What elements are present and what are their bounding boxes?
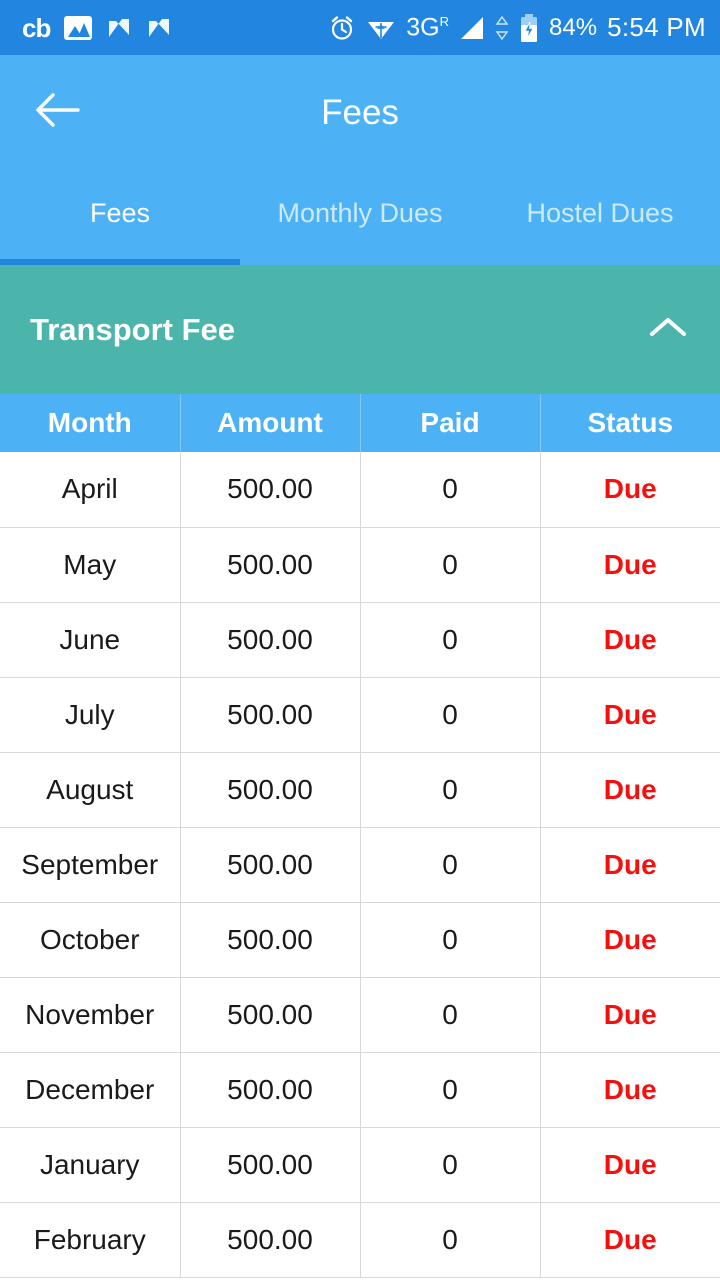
alarm-icon — [328, 14, 356, 42]
tab-monthly-dues-label: Monthly Dues — [277, 198, 443, 228]
cell-status: Due — [539, 752, 720, 828]
cell-paid: 0 — [359, 752, 540, 828]
cb-app-icon: cb — [22, 12, 51, 43]
table-header-row: Month Amount Paid Status — [0, 394, 720, 452]
tab-monthly-dues[interactable]: Monthly Dues — [240, 170, 480, 265]
column-header-paid[interactable]: Paid — [359, 394, 540, 452]
cell-status: Due — [539, 1127, 720, 1203]
fees-table-container: Month Amount Paid Status April 500.00 0 Due… — [0, 394, 720, 1278]
app-bar: Fees — [0, 55, 720, 170]
back-button[interactable] — [22, 78, 92, 148]
tab-fees[interactable]: Fees — [0, 170, 240, 265]
table-row[interactable]: October 500.00 0 Due — [0, 902, 720, 978]
page-title: Fees — [321, 92, 399, 132]
cell-amount: 500.00 — [179, 752, 360, 828]
cell-amount: 500.00 — [179, 452, 360, 528]
column-header-amount[interactable]: Amount — [179, 394, 360, 452]
cell-status: Due — [539, 527, 720, 603]
fees-table-head: Month Amount Paid Status — [0, 394, 720, 452]
cell-month: June — [0, 602, 180, 678]
cell-month: December — [0, 1052, 180, 1128]
table-row[interactable]: June 500.00 0 Due — [0, 602, 720, 678]
battery-percent-label: 84% — [549, 13, 598, 41]
cell-status: Due — [539, 452, 720, 528]
nougat-icon-2 — [146, 15, 172, 41]
tab-active-indicator — [0, 259, 240, 265]
table-row[interactable]: December 500.00 0 Due — [0, 1052, 720, 1128]
cell-month: October — [0, 902, 180, 978]
cell-amount: 500.00 — [179, 1202, 360, 1278]
signal-bars-icon — [459, 15, 485, 41]
cell-amount: 500.00 — [179, 1052, 360, 1128]
section-title: Transport Fee — [30, 311, 235, 347]
tab-bar: Fees Monthly Dues Hostel Dues — [0, 170, 720, 265]
transport-fee-section-header[interactable]: Transport Fee — [0, 265, 720, 394]
cell-status: Due — [539, 977, 720, 1053]
status-bar-left-icons: cb — [22, 15, 172, 41]
cell-month: September — [0, 827, 180, 903]
cell-amount: 500.00 — [179, 602, 360, 678]
cell-paid: 0 — [359, 977, 540, 1053]
cell-status: Due — [539, 902, 720, 978]
cell-paid: 0 — [359, 677, 540, 753]
roaming-indicator: R — [439, 13, 450, 29]
arrow-left-icon — [34, 92, 80, 133]
cell-paid: 0 — [359, 602, 540, 678]
chevron-up-icon[interactable] — [646, 313, 690, 346]
cell-amount: 500.00 — [179, 527, 360, 603]
table-row[interactable]: July 500.00 0 Due — [0, 677, 720, 753]
tab-fees-label: Fees — [89, 198, 151, 228]
wifi-icon — [366, 14, 396, 42]
cell-paid: 0 — [359, 452, 540, 528]
cell-amount: 500.00 — [179, 902, 360, 978]
cell-paid: 0 — [359, 1202, 540, 1278]
cell-month: April — [0, 452, 180, 528]
cell-month: May — [0, 527, 180, 603]
cell-status: Due — [539, 677, 720, 753]
fees-table: Month Amount Paid Status April 500.00 0 Due… — [0, 394, 720, 1278]
table-row[interactable]: April 500.00 0 Due — [0, 452, 720, 528]
cell-amount: 500.00 — [179, 827, 360, 903]
cell-paid: 0 — [359, 827, 540, 903]
cell-paid: 0 — [359, 1052, 540, 1128]
cell-status: Due — [539, 602, 720, 678]
cell-status: Due — [539, 1052, 720, 1128]
fees-table-body: April 500.00 0 Due May 500.00 0 Due June 500.00 0 D… — [0, 452, 720, 1278]
cell-month: August — [0, 752, 180, 828]
status-bar-clock: 5:54 PM — [607, 12, 706, 42]
cell-month: February — [0, 1202, 180, 1278]
status-bar-right-icons: 3GR 84% 5:54 PM — [328, 12, 706, 43]
cell-amount: 500.00 — [179, 977, 360, 1053]
battery-charging-icon — [519, 13, 539, 43]
cell-amount: 500.00 — [179, 677, 360, 753]
table-row[interactable]: August 500.00 0 Due — [0, 752, 720, 828]
cell-paid: 0 — [359, 1127, 540, 1203]
photo-icon — [64, 15, 93, 40]
table-row[interactable]: January 500.00 0 Due — [0, 1127, 720, 1203]
column-header-status[interactable]: Status — [539, 394, 720, 452]
tab-hostel-dues-label: Hostel Dues — [526, 198, 674, 228]
column-header-month[interactable]: Month — [0, 394, 180, 452]
cell-month: July — [0, 677, 180, 753]
cell-status: Due — [539, 827, 720, 903]
signal-icon: 3GR — [406, 13, 450, 42]
tab-hostel-dues[interactable]: Hostel Dues — [480, 170, 720, 265]
table-row[interactable]: February 500.00 0 Due — [0, 1202, 720, 1278]
nougat-icon-1 — [106, 15, 132, 41]
status-bar: cb 3GR 84% 5:54 PM — [0, 0, 720, 55]
cell-amount: 500.00 — [179, 1127, 360, 1203]
cell-paid: 0 — [359, 902, 540, 978]
cell-month: January — [0, 1127, 180, 1203]
table-row[interactable]: May 500.00 0 Due — [0, 527, 720, 603]
table-row[interactable]: September 500.00 0 Due — [0, 827, 720, 903]
cell-status: Due — [539, 1202, 720, 1278]
cell-paid: 0 — [359, 527, 540, 603]
data-transfer-icon — [495, 15, 509, 41]
table-row[interactable]: November 500.00 0 Due — [0, 977, 720, 1053]
cell-month: November — [0, 977, 180, 1053]
